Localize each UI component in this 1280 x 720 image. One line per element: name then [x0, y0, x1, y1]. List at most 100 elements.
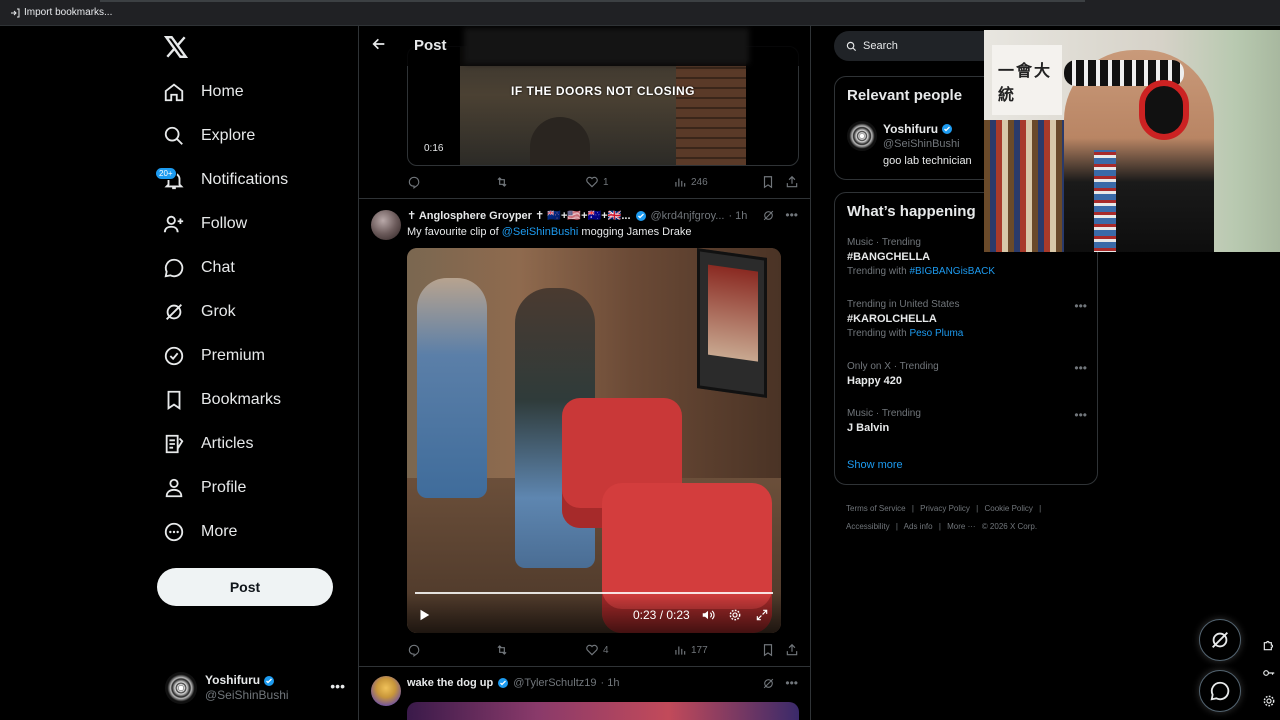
- volume-icon[interactable]: [701, 608, 715, 622]
- tweet2-header-actions: •••: [762, 208, 798, 222]
- nav-chat[interactable]: Chat: [163, 250, 235, 286]
- tweet2-time[interactable]: · 1h: [728, 210, 747, 222]
- gear-icon[interactable]: [1262, 694, 1276, 708]
- footer-privacy-link[interactable]: Privacy Policy: [920, 504, 970, 513]
- relevant-person-name-row[interactable]: Yoshifuru: [883, 122, 953, 136]
- repost-button[interactable]: [495, 175, 513, 189]
- verified-badge-icon: [635, 210, 646, 221]
- reply-button[interactable]: [407, 175, 425, 189]
- import-bookmarks-button[interactable]: Import bookmarks...: [10, 7, 112, 18]
- verified-badge-icon: [264, 675, 275, 686]
- repost-icon: [497, 645, 507, 655]
- account-switcher[interactable]: Yoshifuru @SeiShinBushi •••: [165, 670, 355, 706]
- avatar[interactable]: [371, 210, 401, 240]
- nav-follow[interactable]: Follow: [163, 206, 247, 242]
- like-button[interactable]: 1: [585, 175, 609, 189]
- footer-separator: |: [938, 522, 941, 531]
- views-button[interactable]: 246: [673, 175, 708, 189]
- footer-separator: |: [911, 504, 914, 513]
- avatar[interactable]: [847, 121, 877, 151]
- play-icon[interactable]: [417, 608, 431, 622]
- tweet3-time[interactable]: · 1h: [601, 677, 620, 689]
- trend-topic: J Balvin: [847, 422, 890, 434]
- relevant-person-handle[interactable]: @SeiShinBushi: [883, 138, 960, 150]
- trend-item[interactable]: Only on X · Trending Happy 420 •••: [847, 361, 1087, 387]
- post-button[interactable]: Post: [157, 568, 333, 606]
- relevant-person-bio: goo lab technician: [883, 155, 972, 167]
- views-button[interactable]: 177: [673, 643, 708, 657]
- footer-ads-link[interactable]: Ads info: [904, 522, 933, 531]
- tweet2-author-handle[interactable]: @krd4njfgroy...: [651, 210, 725, 222]
- bookmark-icon: [763, 644, 773, 657]
- settings-gear-icon[interactable]: [728, 608, 742, 622]
- trend-item[interactable]: Trending in United States #KAROLCHELLA T…: [847, 299, 1087, 339]
- bookmark-button[interactable]: [761, 643, 775, 657]
- repost-icon: [497, 177, 507, 187]
- chat-floating-button[interactable]: [1199, 670, 1241, 712]
- whats-happening-title: What’s happening: [847, 203, 976, 220]
- tweet3-media[interactable]: [407, 702, 799, 720]
- grok-icon[interactable]: [762, 677, 775, 690]
- grok-floating-button[interactable]: [1199, 619, 1241, 661]
- trend-with-link[interactable]: Peso Pluma: [909, 328, 963, 339]
- verified-icon: [164, 346, 184, 366]
- nav-grok[interactable]: Grok: [163, 294, 236, 330]
- nav-premium[interactable]: Premium: [163, 338, 265, 374]
- fullscreen-icon[interactable]: [755, 608, 769, 622]
- nav-notifications[interactable]: 20+ Notifications: [155, 162, 289, 198]
- footer-row: Terms of Service | Privacy Policy | Cook…: [846, 500, 1086, 518]
- trend-more-icon[interactable]: •••: [1074, 299, 1087, 313]
- account-more-icon[interactable]: •••: [330, 678, 345, 694]
- nav-explore[interactable]: Explore: [163, 118, 255, 154]
- key-icon[interactable]: [1262, 666, 1276, 680]
- footer-more-link[interactable]: More ···: [947, 522, 975, 531]
- share-button[interactable]: [785, 643, 799, 657]
- webcam-scroll-text: 一會大統: [998, 63, 1053, 104]
- bookmark-button[interactable]: [761, 175, 775, 189]
- footer-separator: |: [1039, 504, 1042, 513]
- video-progress-bar[interactable]: [415, 592, 773, 594]
- tweet2-mention-link[interactable]: @SeiShinBushi: [502, 226, 579, 238]
- footer-copyright: © 2026 X Corp.: [981, 522, 1038, 531]
- reply-button[interactable]: [407, 643, 425, 657]
- account-name-row: Yoshifuru: [205, 673, 289, 688]
- footer-terms-link[interactable]: Terms of Service: [846, 504, 906, 513]
- views-icon: [675, 178, 686, 187]
- nav-profile[interactable]: Profile: [163, 470, 246, 506]
- puzzle-icon[interactable]: [1262, 638, 1276, 652]
- tweet3-author-name[interactable]: wake the dog up: [407, 677, 493, 689]
- home-icon: [164, 83, 184, 102]
- tweet3-more-icon[interactable]: •••: [785, 676, 798, 690]
- repost-button[interactable]: [495, 643, 513, 657]
- nav-articles[interactable]: Articles: [163, 426, 253, 462]
- nav-bookmarks[interactable]: Bookmarks: [163, 382, 281, 418]
- share-button[interactable]: [785, 175, 799, 189]
- grok-icon: [166, 304, 182, 320]
- trend-more-icon[interactable]: •••: [1074, 408, 1087, 422]
- tweet1-action-bar: 1 246: [407, 173, 799, 191]
- tweet2-more-icon[interactable]: •••: [785, 208, 798, 222]
- nav-more[interactable]: More: [163, 514, 237, 550]
- x-logo-icon[interactable]: [163, 34, 189, 60]
- trend-item[interactable]: Music · Trending J Balvin •••: [847, 408, 1087, 434]
- trend-with-link[interactable]: #BIGBANGisBACK: [909, 266, 995, 277]
- tweet3-author-handle[interactable]: @TylerSchultz19: [513, 677, 596, 689]
- person-icon: [165, 478, 183, 498]
- video-player[interactable]: 0:23 / 0:23: [407, 248, 781, 633]
- like-button[interactable]: 4: [585, 643, 609, 657]
- tweet2-author-name[interactable]: ✝ Anglosphere Groyper ✝ 🇳🇿+🇺🇸+🇦🇺+🇬🇧...: [407, 209, 631, 222]
- back-arrow-icon[interactable]: [371, 36, 387, 52]
- trend-context: Music · Trending: [847, 408, 921, 419]
- nav-home[interactable]: Home: [163, 74, 244, 110]
- footer-cookie-link[interactable]: Cookie Policy: [984, 504, 1032, 513]
- search-placeholder: Search: [863, 40, 898, 52]
- article-icon: [165, 434, 184, 454]
- trend-more-icon[interactable]: •••: [1074, 361, 1087, 375]
- search-icon: [846, 41, 857, 51]
- grok-icon[interactable]: [762, 209, 775, 222]
- account-names: Yoshifuru @SeiShinBushi: [205, 673, 289, 703]
- avatar[interactable]: [371, 676, 401, 706]
- show-more-link[interactable]: Show more: [847, 459, 903, 471]
- footer-accessibility-link[interactable]: Accessibility: [846, 522, 890, 531]
- nav-notifications-label: Notifications: [201, 171, 289, 188]
